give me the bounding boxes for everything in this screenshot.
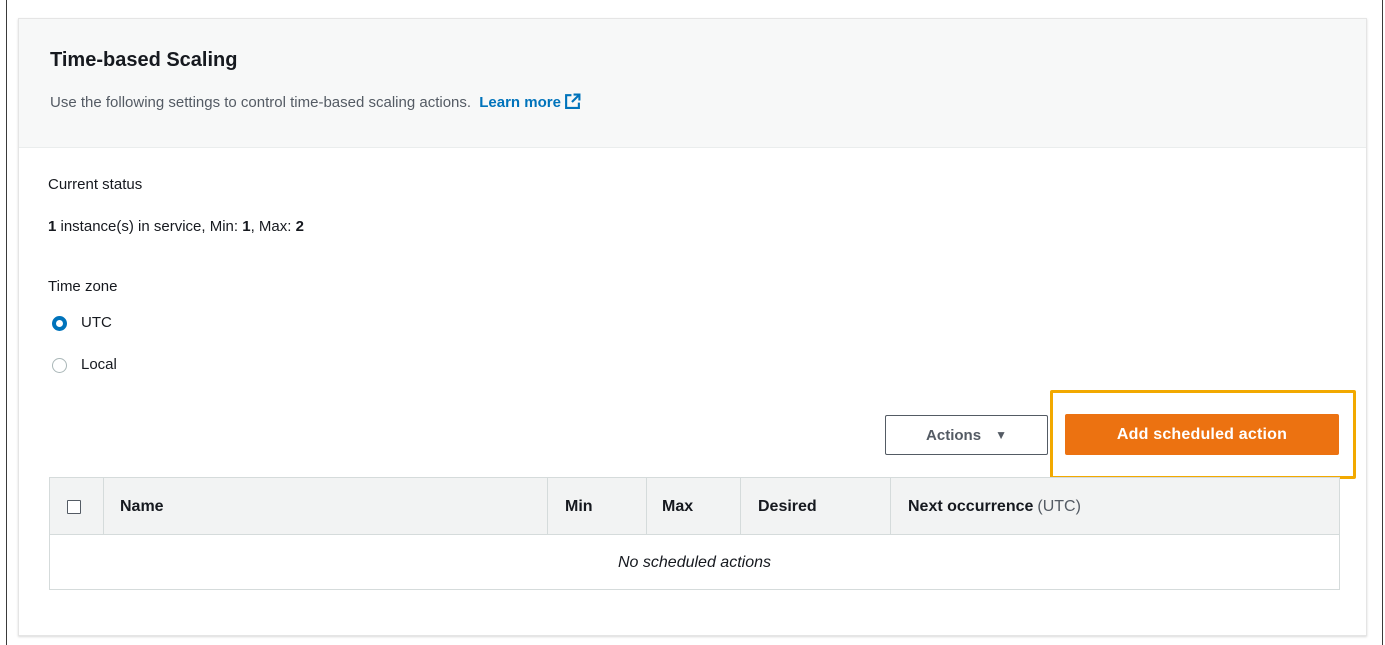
time-based-scaling-panel: Time-based Scaling Use the following set… [18, 18, 1367, 636]
utc-radio-label: UTC [81, 314, 112, 331]
max-value: 2 [295, 218, 304, 235]
column-divider [740, 478, 741, 535]
select-all-checkbox[interactable] [67, 500, 81, 514]
panel-header: Time-based Scaling Use the following set… [19, 19, 1366, 148]
local-radio-label: Local [81, 356, 117, 373]
caret-down-icon: ▼ [995, 428, 1007, 442]
column-header-desired[interactable]: Desired [758, 478, 817, 535]
column-header-next-occurrence[interactable]: Next occurrence (UTC) [908, 478, 1081, 535]
max-text: , Max: [250, 218, 296, 235]
learn-more-label: Learn more [479, 94, 561, 111]
column-header-max[interactable]: Max [662, 478, 693, 535]
column-header-min[interactable]: Min [565, 478, 593, 535]
empty-table-message: No scheduled actions [618, 554, 771, 571]
column-divider [547, 478, 548, 535]
next-occurrence-label: Next occurrence [908, 497, 1034, 515]
column-divider [890, 478, 891, 535]
actions-button-label: Actions [926, 426, 982, 444]
current-status-label: Current status [48, 176, 143, 193]
panel-description-text: Use the following settings to control ti… [50, 94, 472, 111]
column-divider [646, 478, 647, 535]
timezone-suffix: (UTC) [1037, 497, 1081, 515]
local-radio[interactable] [52, 358, 67, 373]
current-status-value: 1 instance(s) in service, Min: 1, Max: 2 [48, 218, 304, 235]
column-divider [103, 478, 104, 535]
add-scheduled-action-button[interactable]: Add scheduled action [1065, 414, 1339, 455]
window-border-left [6, 0, 7, 645]
actions-dropdown-button[interactable]: Actions ▼ [885, 415, 1048, 455]
time-zone-label: Time zone [48, 278, 118, 295]
panel-description: Use the following settings to control ti… [50, 93, 581, 111]
external-link-icon [565, 93, 581, 109]
instances-text: instance(s) in service, Min: [56, 218, 243, 235]
table-header: Name Min Max Desired Next occurrence (UTC… [50, 478, 1339, 535]
window-border-right [1382, 0, 1383, 645]
utc-radio[interactable] [52, 316, 67, 331]
column-header-name[interactable]: Name [120, 478, 164, 535]
min-value: 1 [242, 218, 251, 235]
panel-title: Time-based Scaling [50, 49, 238, 71]
scheduled-actions-table: Name Min Max Desired Next occurrence (UTC… [49, 477, 1340, 590]
learn-more-link[interactable]: Learn more [479, 93, 581, 111]
